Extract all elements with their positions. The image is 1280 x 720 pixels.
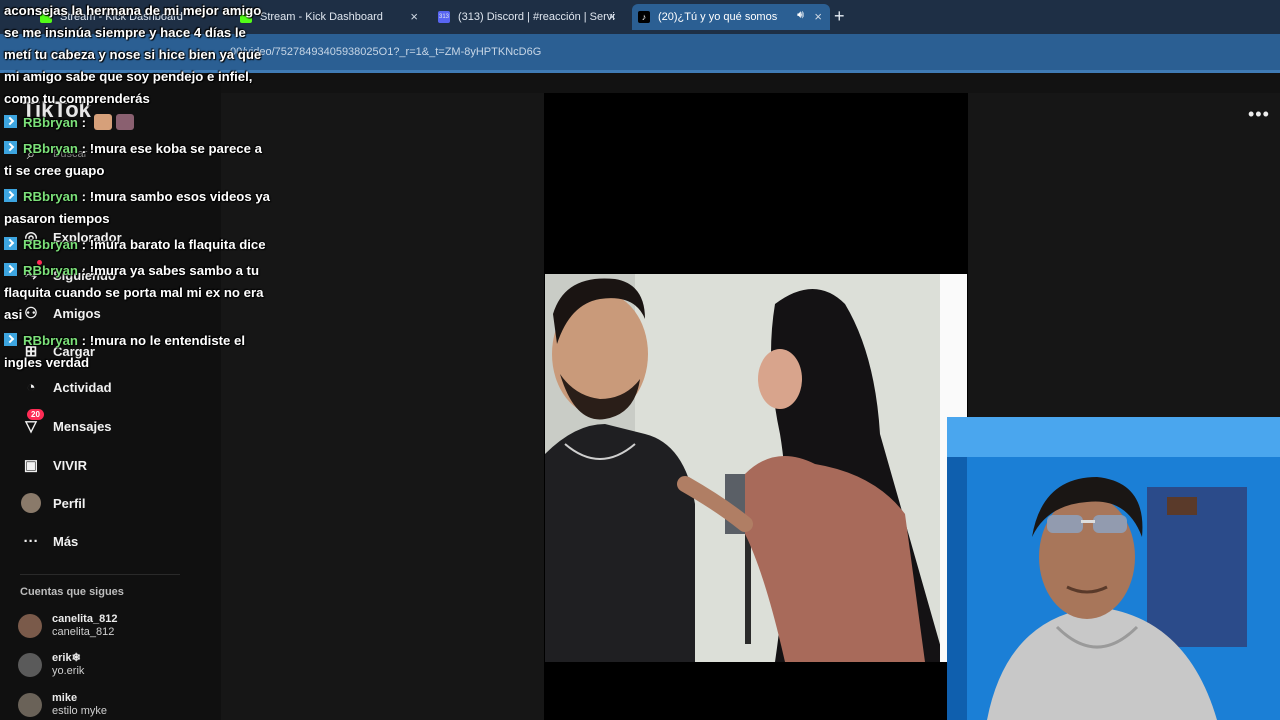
kick-badge-icon [4,333,17,346]
nav-perfil[interactable]: Perfil [20,492,86,514]
nav-mas[interactable]: ··· Más [20,530,79,552]
tab-title: Stream - Kick Dashboard [260,11,383,23]
nav-mensajes[interactable]: ▽ 20 Mensajes [20,409,112,437]
new-tab-button[interactable]: + [834,6,845,27]
close-tab-icon[interactable]: × [814,9,822,24]
following-account[interactable]: canelita_812 canelita_812 [18,613,117,639]
chat-message: RBbryan : !mura barato la flaquita dice [4,234,270,256]
chat-username: RBbryan [23,115,78,130]
tab-discord[interactable]: 313 (313) Discord | #reacción | Servi × [438,4,624,30]
tiktok-icon: ♪ [638,11,650,23]
messages-icon: ▽ 20 [20,409,44,437]
more-options-icon[interactable]: ••• [1248,104,1270,125]
emote-icon [115,114,134,130]
chat-username: RBbryan [23,189,78,204]
video-frame-image [545,274,967,662]
avatar [18,614,42,638]
more-icon: ··· [23,532,39,550]
tab-tiktok-active[interactable]: ♪ (20)¿Tú y yo qué somos? Re 🔊︎ × [632,4,830,30]
profile-icon [20,492,42,514]
chat-message: RBbryan : !mura no le entendiste el ingl… [4,333,246,370]
webcam-overlay [947,417,1280,720]
kick-badge-icon [4,263,17,276]
chat-message: RBbryan : !mura sambo esos videos ya pas… [4,189,271,226]
kick-badge-icon [4,237,17,250]
chat-message: RBbryan : !mura ese koba se parece a ti … [4,141,262,178]
tab-title: (20)¿Tú y yo qué somos? Re [658,11,778,23]
chat-username: RBbryan [23,141,78,156]
webcam-image [947,417,1280,720]
nav-vivir[interactable]: ▣ VIVIR [20,454,87,476]
sidebar-divider [20,574,180,575]
url-text[interactable]: 00/video/75278493405938025O1?_r=1&_t=ZM-… [230,46,541,58]
chat-message: RBbryan : [4,112,270,134]
close-tab-icon[interactable]: × [608,9,616,24]
kick-badge-icon [4,115,17,128]
chat-username: RBbryan [23,237,78,252]
discord-icon: 313 [438,11,450,23]
close-tab-icon[interactable]: × [410,9,418,24]
avatar [18,653,42,677]
avatar [18,693,42,717]
activity-icon: ◔ [26,378,36,396]
following-account[interactable]: mike estilo myke [18,692,107,718]
chat-username: RBbryan [23,333,78,348]
stream-chat-overlay: aconsejas la hermana de mi mejor amigo s… [4,0,270,378]
nav-actividad[interactable]: ◔ Actividad [20,376,111,398]
emote-icon [93,114,112,130]
video-player[interactable] [545,274,967,662]
messages-badge: 20 [27,409,44,420]
kick-badge-icon [4,141,17,154]
following-title: Cuentas que sigues [20,586,124,598]
tab-title: (313) Discord | #reacción | Servi [458,11,615,23]
chat-username: RBbryan [23,263,78,278]
kick-badge-icon [4,189,17,202]
chat-message: aconsejas la hermana de mi mejor amigo s… [4,3,262,106]
speaker-icon[interactable]: 🔊︎ [797,9,804,22]
live-icon: ▣ [23,457,39,474]
chat-message: RBbryan : !mura ya sabes sambo a tu flaq… [4,263,264,322]
following-account[interactable]: erik❄ yo.erik [18,652,84,678]
